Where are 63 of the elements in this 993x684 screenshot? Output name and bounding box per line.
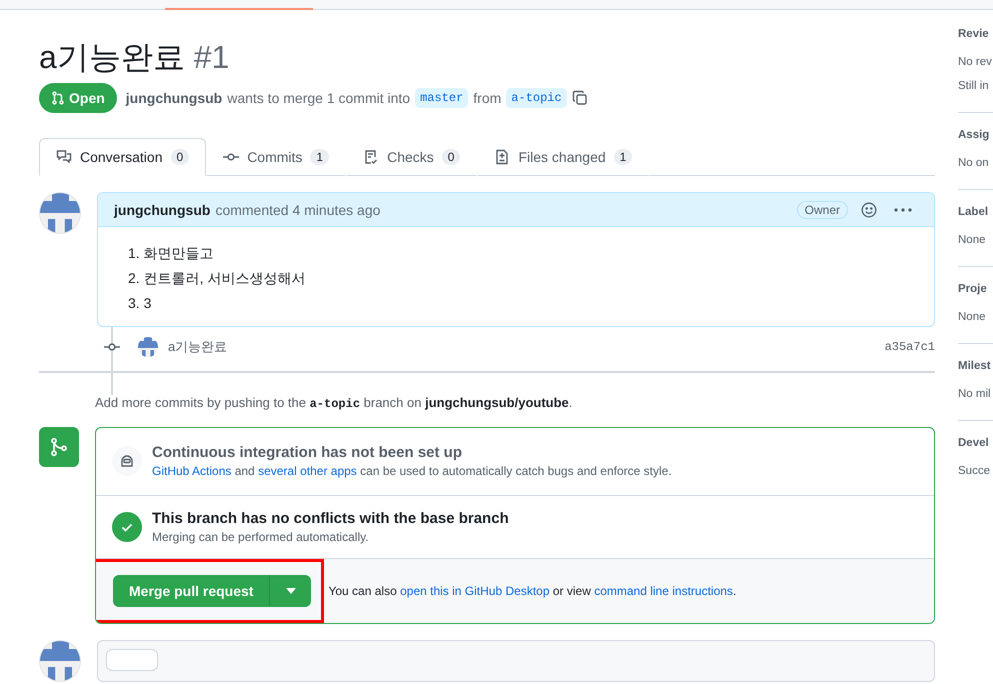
- pr-title: a기능완료: [39, 39, 185, 75]
- checklist-icon: [363, 149, 380, 165]
- alternative-merge-text: You can also open this in GitHub Desktop or view command line instructions.: [328, 584, 736, 598]
- push-hint-text: Add more commits by pushing to the a-topic branch on jungchungsub/youtube.: [95, 395, 574, 411]
- caret-icon: [286, 588, 296, 594]
- sidebar-heading[interactable]: Milest: [958, 360, 993, 372]
- link[interactable]: several other apps: [258, 464, 357, 478]
- tab[interactable]: Commits 1: [206, 138, 346, 176]
- owner-label: Owner: [796, 200, 848, 218]
- ci-description: GitHub Actions and several other apps can be used to automatically catch bugs and enforce style.: [152, 464, 672, 478]
- tab[interactable]: Files changed 1: [477, 138, 650, 176]
- list-item: 3. 3: [128, 294, 152, 313]
- avatar[interactable]: [39, 640, 81, 682]
- sidebar-text: No on: [958, 156, 990, 171]
- ci-title: Continuous integration has not been set up: [152, 444, 463, 461]
- link[interactable]: command line instructions: [594, 584, 733, 598]
- sidebar-text: Still in: [958, 79, 990, 94]
- tab-count: 0: [170, 149, 190, 165]
- sidebar-heading[interactable]: Proje: [958, 283, 993, 295]
- tab-count: 0: [442, 149, 460, 165]
- link[interactable]: GitHub Actions: [152, 464, 232, 478]
- sidebar-heading[interactable]: Label: [958, 206, 993, 218]
- tab[interactable]: Checks 0: [346, 138, 478, 176]
- sidebar-heading[interactable]: Assig: [958, 129, 993, 141]
- author-link[interactable]: jungchungsub: [126, 90, 222, 106]
- check-icon: [112, 512, 142, 542]
- commit-message[interactable]: a기능완료: [168, 338, 228, 356]
- sidebar-heading[interactable]: Revie: [958, 28, 993, 40]
- tab-count: 1: [310, 149, 330, 165]
- merge-options-dropdown[interactable]: [270, 575, 312, 607]
- copy-icon[interactable]: [572, 90, 588, 106]
- base-branch-label[interactable]: master: [415, 88, 468, 108]
- tab-count: 1: [614, 149, 632, 165]
- avatar[interactable]: [138, 337, 158, 357]
- conflicts-subtitle: Merging can be performed automatically.: [152, 530, 370, 544]
- comment-time: commented 4 minutes ago: [215, 202, 380, 218]
- link[interactable]: open this in GitHub Desktop: [400, 584, 550, 598]
- pull-request-icon: [51, 91, 65, 105]
- status-badge: Open: [39, 83, 117, 113]
- sidebar-text: None: [958, 310, 986, 325]
- sidebar-heading[interactable]: Devel: [958, 437, 993, 449]
- merge-icon: [39, 427, 79, 467]
- commit-sha[interactable]: a35a7c1: [884, 340, 935, 354]
- from-text: from: [473, 90, 502, 106]
- speech-bubbles-icon: [56, 149, 72, 165]
- merge-summary: wants to merge 1 commit into: [227, 90, 410, 106]
- file-diff-icon: [494, 149, 510, 165]
- list-item: 1. 화면만들고: [128, 244, 215, 263]
- pr-number: #1: [194, 39, 230, 75]
- tab[interactable]: Conversation 0: [39, 138, 206, 176]
- sidebar-text: No mil: [958, 387, 992, 402]
- conflicts-title: This branch has no conflicts with the base branch: [152, 510, 509, 527]
- smiley-icon[interactable]: [861, 202, 877, 218]
- head-branch-label[interactable]: a-topic: [506, 88, 567, 108]
- comment-author[interactable]: jungchungsub: [114, 202, 210, 218]
- merge-button[interactable]: Merge pull request: [113, 575, 270, 607]
- list-item: 2. 컨트롤러, 서비스생성해서: [128, 269, 306, 288]
- sidebar-text: Succe: [958, 464, 991, 479]
- sidebar-text: None: [958, 233, 986, 248]
- avatar[interactable]: [39, 192, 81, 234]
- sidebar-text: No rev: [958, 55, 993, 70]
- more-options-icon[interactable]: [894, 208, 912, 212]
- robot-icon: [112, 446, 142, 476]
